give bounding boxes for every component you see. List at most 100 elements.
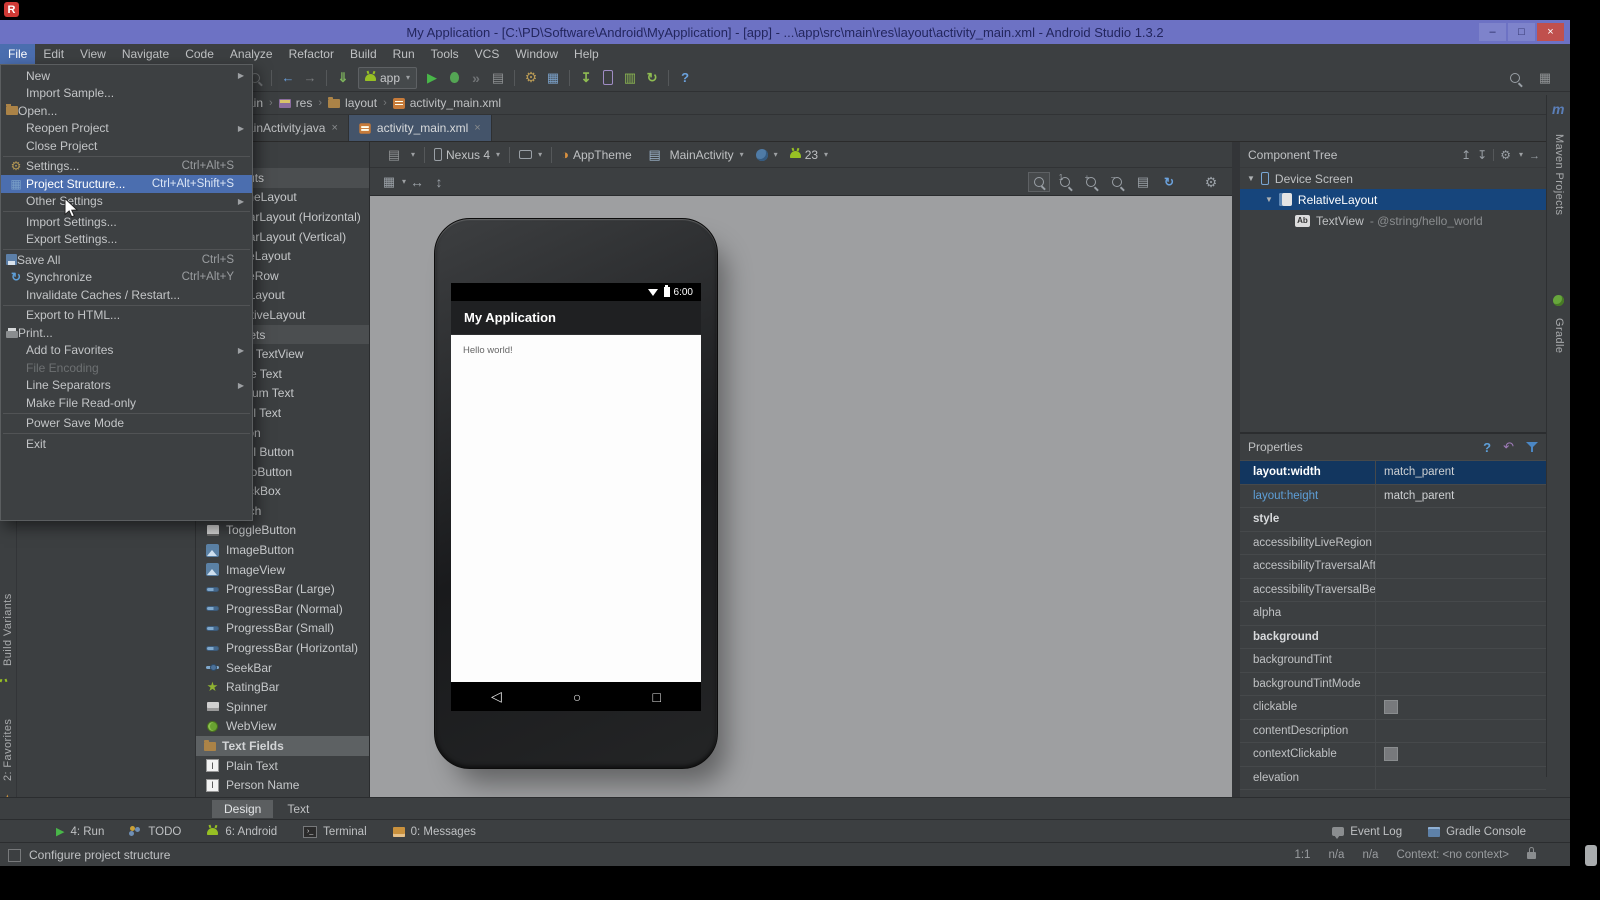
palette-section-text-fields[interactable]: Text Fields [196, 736, 369, 756]
panels-icon[interactable] [1534, 68, 1556, 88]
panel-splitter[interactable] [1232, 142, 1240, 797]
palette-item-progressbar-small[interactable]: ProgressBar (Small) [196, 619, 369, 639]
back-icon[interactable] [277, 68, 299, 88]
file-menu-item-import-sample[interactable]: Import Sample... [1, 85, 252, 103]
attach-icon[interactable] [487, 68, 509, 88]
palette-item-person-name[interactable]: Person Name [196, 775, 369, 795]
property-row-accessibilitytraversalbefore[interactable]: accessibilityTraversalBefore [1240, 579, 1546, 603]
file-menu-item-line-separators[interactable]: Line Separators▶ [1, 377, 252, 395]
gear-icon[interactable] [1200, 172, 1222, 192]
file-menu-item-reopen-project[interactable]: Reopen Project▶ [1, 120, 252, 138]
menu-build[interactable]: Build [342, 44, 385, 64]
property-row-background[interactable]: background [1240, 626, 1546, 650]
zoom-out-icon[interactable]: − [1106, 172, 1128, 192]
activity-selector[interactable]: MainActivity [639, 144, 749, 166]
menu-analyze[interactable]: Analyze [222, 44, 281, 64]
close-tab-icon[interactable]: × [331, 122, 337, 134]
file-menu-item-settings[interactable]: Settings...Ctrl+Alt+S [1, 158, 252, 176]
property-row-accessibilityliveregion[interactable]: accessibilityLiveRegion [1240, 532, 1546, 556]
file-menu-item-exit[interactable]: Exit [1, 435, 252, 453]
collapse-all-icon[interactable] [1477, 148, 1487, 162]
menu-file[interactable]: File [0, 44, 35, 64]
locale-selector[interactable] [751, 144, 783, 166]
menu-edit[interactable]: Edit [35, 44, 72, 64]
run-configuration-selector[interactable]: app [358, 67, 417, 89]
toolwindow-4-run[interactable]: 4: Run [56, 825, 104, 838]
file-menu-item-close-project[interactable]: Close Project [1, 137, 252, 155]
palette-item-imageview[interactable]: ImageView [196, 560, 369, 580]
gear-icon[interactable] [1500, 148, 1511, 162]
sdk-manager-icon[interactable] [575, 68, 597, 88]
file-menu-item-open[interactable]: Open... [1, 102, 252, 120]
property-row-layout-width[interactable]: layout:widthmatch_parent [1240, 461, 1546, 485]
menu-help[interactable]: Help [566, 44, 607, 64]
toolwindow-event-log[interactable]: Event Log [1332, 826, 1402, 838]
expand-arrow-icon[interactable]: ▼ [1247, 174, 1255, 183]
property-row-elevation[interactable]: elevation [1240, 767, 1546, 791]
menu-navigate[interactable]: Navigate [114, 44, 177, 64]
palette-item-progressbar-large[interactable]: ProgressBar (Large) [196, 579, 369, 599]
title-bar[interactable]: My Application - [C:\PD\Software\Android… [0, 20, 1570, 44]
toolwindow-stripe-gradle[interactable]: Gradle [1552, 313, 1565, 359]
help-icon[interactable]: ? [1483, 440, 1491, 455]
breadcrumb-res[interactable]: res [279, 96, 313, 110]
menu-view[interactable]: View [72, 44, 114, 64]
file-menu-item-export-settings[interactable]: Export Settings... [1, 231, 252, 249]
palette-item-ratingbar[interactable]: RatingBar [196, 677, 369, 697]
configuration-selector[interactable] [378, 144, 420, 166]
search-icon[interactable] [1504, 68, 1526, 88]
palette-item-plain-text[interactable]: Plain Text [196, 756, 369, 776]
theme-selector[interactable]: AppTheme [556, 144, 637, 166]
zoom-fit-icon[interactable] [1028, 172, 1050, 192]
debug-icon[interactable] [443, 68, 465, 88]
editor-mode-tab-text[interactable]: Text [275, 800, 321, 818]
orientation-selector[interactable] [514, 144, 547, 166]
file-menu-item-import-settings[interactable]: Import Settings... [1, 213, 252, 231]
close-button[interactable]: × [1537, 23, 1564, 41]
toolwindow-stripe-build-variants[interactable]: Build Variants [2, 590, 15, 670]
file-menu-item-print[interactable]: Print... [1, 324, 252, 342]
checkbox[interactable] [1384, 747, 1398, 761]
help-icon[interactable] [674, 68, 696, 88]
property-row-accessibilitytraversalafter[interactable]: accessibilityTraversalAfter [1240, 555, 1546, 579]
palette-item-imagebutton[interactable]: ImageButton [196, 540, 369, 560]
hide-panel-icon[interactable] [1529, 148, 1540, 162]
menu-vcs[interactable]: VCS [467, 44, 508, 64]
file-menu-item-new[interactable]: New▶ [1, 67, 252, 85]
property-row-style[interactable]: style [1240, 508, 1546, 532]
palette-item-togglebutton[interactable]: ToggleButton [196, 521, 369, 541]
file-menu-item-invalidate-caches-restart[interactable]: Invalidate Caches / Restart... [1, 286, 252, 304]
menu-code[interactable]: Code [177, 44, 222, 64]
gradle-sync-icon[interactable] [641, 68, 663, 88]
tree-node-device-screen[interactable]: ▼Device Screen [1240, 168, 1546, 189]
tree-node-relativelayout[interactable]: ▼RelativeLayout [1240, 189, 1546, 210]
maximize-button[interactable]: □ [1508, 23, 1535, 41]
palette-item-progressbar-normal[interactable]: ProgressBar (Normal) [196, 599, 369, 619]
checkbox[interactable] [1384, 700, 1398, 714]
tree-node-textview[interactable]: TextView- @string/hello_world [1240, 210, 1546, 231]
property-row-backgroundtint[interactable]: backgroundTint [1240, 649, 1546, 673]
file-menu-item-other-settings[interactable]: Other Settings▶ [1, 193, 252, 211]
property-row-backgroundtintmode[interactable]: backgroundTintMode [1240, 673, 1546, 697]
project-structure-icon[interactable] [542, 68, 564, 88]
property-row-clickable[interactable]: clickable [1240, 696, 1546, 720]
preview-file-icon[interactable] [1132, 172, 1154, 192]
zoom-in-icon[interactable]: + [1080, 172, 1102, 192]
compile-icon[interactable] [332, 68, 354, 88]
editor-tab-activity-main-xml[interactable]: activity_main.xml× [349, 115, 492, 141]
refresh-icon[interactable] [1158, 172, 1180, 192]
file-menu-item-export-to-html[interactable]: Export to HTML... [1, 307, 252, 325]
toolwindow-gradle-console[interactable]: Gradle Console [1428, 826, 1526, 838]
menu-run[interactable]: Run [385, 44, 423, 64]
settings-icon[interactable] [520, 68, 542, 88]
file-menu-item-make-file-read-only[interactable]: Make File Read-only [1, 394, 252, 412]
file-menu-item-add-to-favorites[interactable]: Add to Favorites▶ [1, 342, 252, 360]
file-menu-item-save-all[interactable]: Save AllCtrl+S [1, 251, 252, 269]
revert-icon[interactable]: ↶ [1503, 439, 1514, 455]
avd-manager-icon[interactable] [597, 68, 619, 88]
property-row-layout-height[interactable]: layout:heightmatch_parent [1240, 485, 1546, 509]
property-row-contentdescription[interactable]: contentDescription [1240, 720, 1546, 744]
api-level-selector[interactable]: 23 [785, 144, 833, 166]
forward-icon[interactable] [299, 68, 321, 88]
run-icon[interactable] [421, 68, 443, 88]
